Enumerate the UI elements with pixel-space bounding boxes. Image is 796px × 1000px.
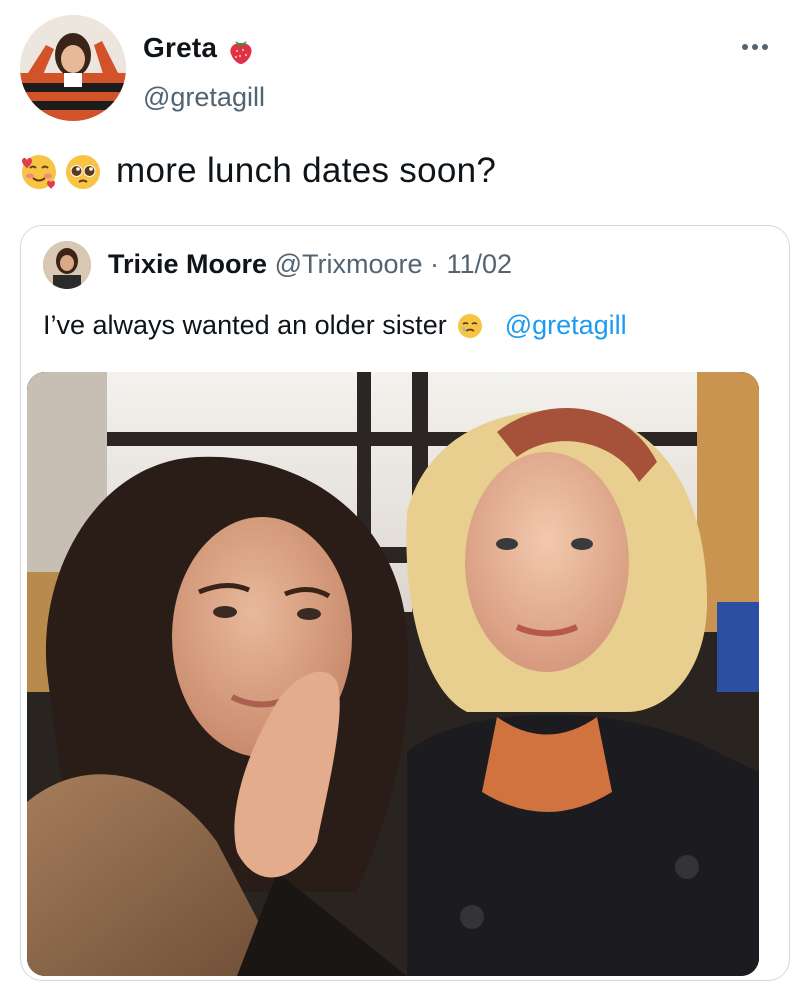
- quoted-tweet-text: I’ve always wanted an older sister: [43, 310, 447, 340]
- separator-dot: ·: [430, 249, 439, 279]
- quoted-tweet-text-row: I’ve always wanted an older sister @gret…: [43, 310, 627, 341]
- quoted-author-name[interactable]: Trixie Moore: [108, 249, 267, 279]
- selfie-photo[interactable]: [27, 372, 759, 976]
- author-handle[interactable]: @gretagill: [143, 82, 265, 113]
- tweet-text: more lunch dates soon?: [116, 151, 497, 190]
- quoted-author-handle[interactable]: @Trixmoore: [275, 249, 423, 279]
- tweet: Greta @gretagill more lunch dates soon? …: [0, 0, 796, 1000]
- quoted-author-avatar[interactable]: [43, 241, 91, 289]
- smiling-face-with-hearts-icon: [20, 153, 58, 191]
- author-avatar[interactable]: [20, 15, 126, 121]
- mention-link[interactable]: @gretagill: [505, 310, 627, 341]
- pleading-face-icon: [64, 153, 102, 191]
- author-name[interactable]: Greta: [143, 32, 217, 64]
- strawberry-icon: [228, 35, 254, 65]
- more-options-icon[interactable]: [740, 39, 770, 55]
- quoted-tweet-header: Trixie Moore @Trixmoore · 11/02: [108, 249, 512, 280]
- tweet-emoji-row: [20, 153, 102, 191]
- quoted-tweet-card[interactable]: Trixie Moore @Trixmoore · 11/02 I’ve alw…: [20, 225, 790, 981]
- face-holding-back-tears-icon: [457, 313, 483, 339]
- quoted-tweet-date[interactable]: 11/02: [447, 249, 513, 279]
